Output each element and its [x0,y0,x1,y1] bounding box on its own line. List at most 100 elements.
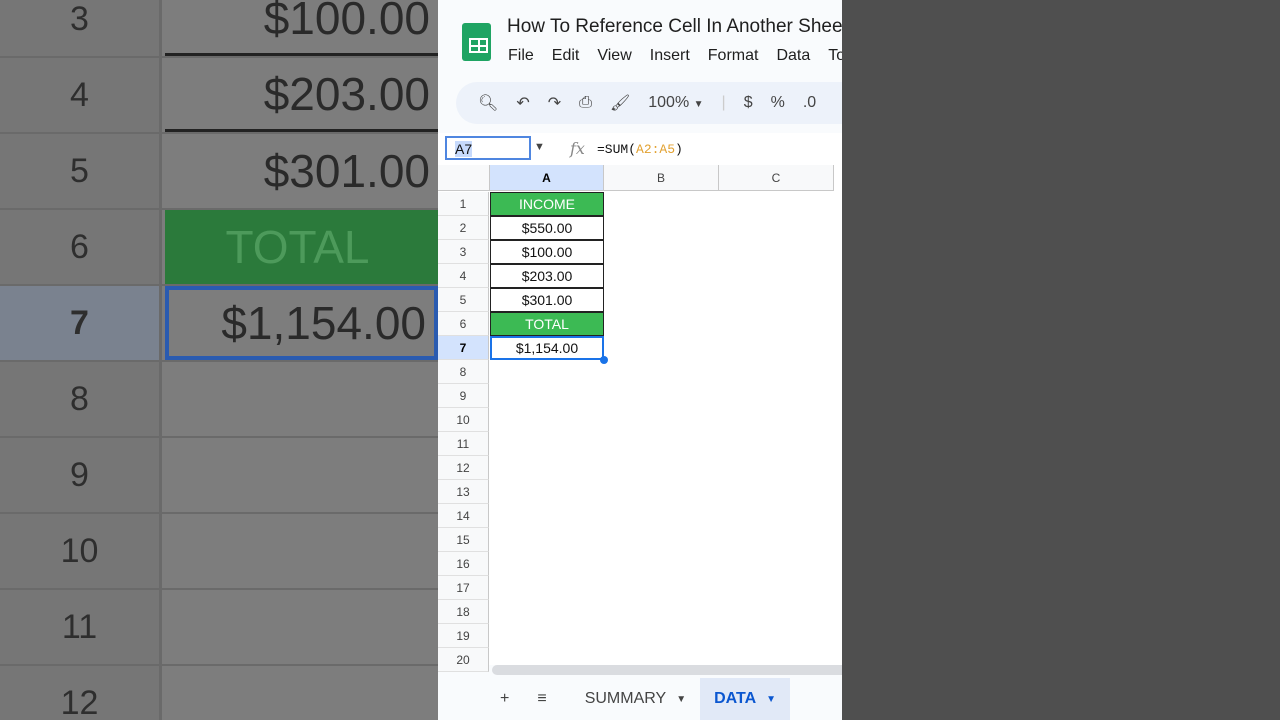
menu-insert[interactable]: Insert [650,47,690,65]
menu-data[interactable]: Data [776,47,810,65]
undo-icon[interactable]: ↶ [516,93,529,113]
column-header-b[interactable]: B [604,165,719,191]
cell-a6[interactable]: TOTAL [490,312,604,336]
background-row: 10 [0,514,438,590]
name-box[interactable]: A7 [445,136,531,160]
column-header-a[interactable]: A [490,165,604,191]
percent-button[interactable]: % [771,94,785,112]
row-header[interactable]: 19 [438,624,489,648]
tab-summary[interactable]: SUMMARY ▼ [571,678,700,720]
row-header[interactable]: 10 [438,408,489,432]
row-header[interactable]: 17 [438,576,489,600]
background-row: 8 [0,362,438,438]
formula-suffix: ) [675,142,683,157]
background-row-header: 9 [0,438,162,512]
background-cell [165,362,438,436]
row-header[interactable]: 13 [438,480,489,504]
paint-format-icon[interactable]: 🖌︎ [610,93,630,113]
sheets-logo-icon [462,23,491,61]
row-header[interactable]: 12 [438,456,489,480]
menu-edit[interactable]: Edit [552,47,580,65]
row-header[interactable]: 5 [438,288,489,312]
background-cell: $301.00 [263,145,430,197]
background-row-header: 6 [0,210,162,284]
cell-a5[interactable]: $301.00 [490,288,604,312]
background-cell: TOTAL [165,210,438,284]
zoom-select[interactable]: 100% ▼ [648,94,703,112]
chevron-down-icon: ▼ [676,693,687,705]
decimal-button[interactable]: .0 [803,94,816,112]
row-header[interactable]: 6 [438,312,489,336]
menu-view[interactable]: View [597,47,631,65]
add-sheet-button[interactable]: + [438,678,523,720]
background-cell: $203.00 [165,58,438,132]
cell-a2[interactable]: $550.00 [490,216,604,240]
sheet-tabs: + ≡ SUMMARY ▼ DATA ▼ [438,678,842,720]
chevron-down-icon: ▼ [766,693,777,705]
document-title[interactable]: How To Reference Cell In Another Sheet [507,16,842,38]
row-header[interactable]: 4 [438,264,489,288]
toolbar: 🔍︎ ↶ ↷ ⎙ 🖌︎ 100% ▼ | $ % .0 [456,82,842,124]
background-row: 3 $100.00 [0,0,438,58]
row-header[interactable]: 20 [438,648,489,672]
search-icon[interactable]: 🔍︎ [478,93,498,113]
background-row-header: 11 [0,590,162,664]
menu-tools[interactable]: Tools [828,47,842,65]
menu-format[interactable]: Format [708,47,759,65]
sheets-app: How To Reference Cell In Another Sheet F… [438,0,842,720]
row-header[interactable]: 11 [438,432,489,456]
tab-data[interactable]: DATA ▼ [700,678,791,720]
row-header[interactable]: 14 [438,504,489,528]
row-header[interactable]: 7 [438,336,489,360]
horizontal-scrollbar[interactable] [492,665,842,675]
background-row-header: 10 [0,514,162,588]
tab-label: DATA [714,690,757,707]
background-cell [165,666,438,720]
background-row-header: 7 [0,286,162,360]
background-cell [165,438,438,512]
zoomed-background: 3 $100.00 4 $203.00 5 $301.00 6 TOTAL 7 $1,154.00… [0,0,438,720]
row-header[interactable]: 3 [438,240,489,264]
fill-handle[interactable] [600,356,608,364]
row-header[interactable]: 9 [438,384,489,408]
cell-a7[interactable]: $1,154.00 [490,336,604,360]
formula-prefix: =SUM( [597,142,637,157]
background-row-header: 4 [0,58,162,132]
background-row-header: 12 [0,666,162,720]
row-header[interactable]: 18 [438,600,489,624]
row-header[interactable]: 8 [438,360,489,384]
background-cell [165,514,438,588]
formula-ref: A2:A5 [636,142,676,157]
background-row: 4 $203.00 [0,58,438,134]
background-cell [165,590,438,664]
background-row: 9 [0,438,438,514]
menu-file[interactable]: File [508,47,534,65]
row-header[interactable]: 2 [438,216,489,240]
row-header[interactable]: 15 [438,528,489,552]
currency-button[interactable]: $ [744,94,753,112]
chevron-down-icon[interactable]: ▼ [534,141,545,153]
cell-a1[interactable]: INCOME [490,192,604,216]
cell-a3[interactable]: $100.00 [490,240,604,264]
background-row: 12 [0,666,438,720]
row-header[interactable]: 16 [438,552,489,576]
formula-bar: A7 ▼ fx =SUM(A2:A5) [438,133,842,165]
background-row: 7 $1,154.00 [0,286,438,362]
cell-a4[interactable]: $203.00 [490,264,604,288]
background-row-header: 5 [0,134,162,208]
background-row: 6 TOTAL [0,210,438,286]
row-header[interactable]: 1 [438,192,489,216]
sheet-grid[interactable]: A B C 1 2 3 4 5 6 7 8 9 10 11 12 13 14 15 16 17 18 19 20 INC… [438,165,842,672]
background-cell: $100.00 [165,0,438,56]
background-row-header: 8 [0,362,162,436]
select-all[interactable] [438,165,490,191]
column-header-c[interactable]: C [719,165,834,191]
print-icon[interactable]: ⎙ [579,94,592,112]
zoom-value: 100% [648,94,690,111]
menu-bar: File Edit View Insert Format Data Tools [508,47,842,65]
name-box-value: A7 [455,141,473,157]
fx-icon: fx [570,139,585,158]
all-sheets-button[interactable]: ≡ [523,678,560,720]
formula-input[interactable]: =SUM(A2:A5) [597,142,683,157]
redo-icon[interactable]: ↷ [548,93,561,113]
